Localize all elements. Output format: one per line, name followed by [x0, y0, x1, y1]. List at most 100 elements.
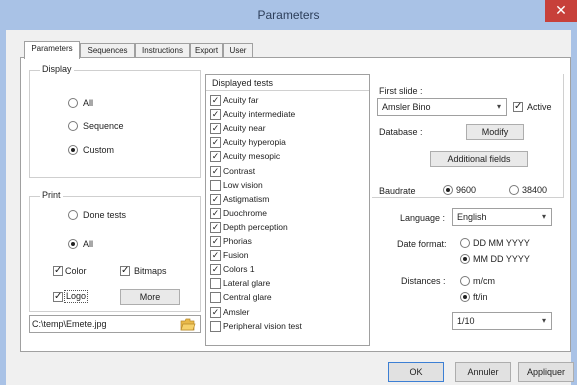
- display-all-radio[interactable]: [68, 98, 78, 108]
- test-item-checkbox[interactable]: [210, 278, 221, 290]
- baudrate-9600-radio[interactable]: [443, 185, 453, 195]
- displayed-tests-header: Displayed tests: [206, 75, 369, 91]
- test-item[interactable]: Central glare: [210, 292, 365, 304]
- check-icon: ✓: [514, 101, 523, 112]
- display-all-label: All: [83, 98, 94, 108]
- language-select[interactable]: English ▾: [452, 208, 552, 226]
- first-slide-label: First slide :: [379, 86, 423, 96]
- check-icon: ✓: [211, 221, 220, 232]
- test-item-checkbox[interactable]: ✓: [210, 250, 221, 262]
- check-icon: ✓: [211, 306, 220, 317]
- modify-button[interactable]: Modify: [466, 124, 524, 140]
- test-item-checkbox[interactable]: ✓: [210, 207, 221, 219]
- color-label: Color: [65, 266, 87, 276]
- test-item[interactable]: ✓ Phorias: [210, 236, 365, 247]
- test-item[interactable]: Peripheral vision test: [210, 320, 365, 332]
- additional-fields-button[interactable]: Additional fields: [430, 151, 528, 167]
- date-mmddyyyy-radio[interactable]: [460, 254, 470, 264]
- test-item[interactable]: ✓ Fusion: [210, 250, 365, 262]
- test-item-label: Low vision: [223, 179, 263, 190]
- test-item-checkbox[interactable]: ✓: [210, 221, 221, 233]
- test-item-checkbox[interactable]: ✓: [210, 95, 221, 106]
- print-done-tests-radio[interactable]: [68, 210, 78, 220]
- bitmaps-checkbox[interactable]: ✓: [120, 266, 130, 276]
- close-button[interactable]: ✕: [545, 0, 577, 22]
- test-item-checkbox[interactable]: ✓: [210, 306, 221, 318]
- test-item-checkbox[interactable]: ✓: [210, 236, 221, 247]
- test-item[interactable]: ✓ Depth perception: [210, 221, 365, 233]
- displayed-tests-list[interactable]: Displayed tests ✓ Acuity far ✓ Acuity inter…: [205, 74, 370, 346]
- logo-checkbox[interactable]: ✓: [53, 292, 63, 302]
- test-item[interactable]: ✓ Duochrome: [210, 207, 365, 219]
- test-item-checkbox[interactable]: [210, 292, 221, 304]
- test-item-label: Acuity near: [223, 123, 266, 134]
- baudrate-38400-radio[interactable]: [509, 185, 519, 195]
- date-mmddyyyy-label: MM DD YYYY: [473, 254, 530, 264]
- active-checkbox[interactable]: ✓: [513, 102, 523, 112]
- active-label: Active: [527, 102, 552, 112]
- distances-mcm-radio[interactable]: [460, 276, 470, 286]
- print-done-tests-label: Done tests: [83, 210, 127, 220]
- folder-icon[interactable]: [180, 318, 196, 331]
- test-item[interactable]: ✓ Colors 1: [210, 264, 365, 276]
- window-title: Parameters: [257, 8, 320, 22]
- test-item[interactable]: ✓ Acuity far: [210, 95, 365, 106]
- display-custom-radio[interactable]: [68, 145, 78, 155]
- test-item-label: Lateral glare: [223, 278, 271, 289]
- test-item-checkbox[interactable]: ✓: [210, 165, 221, 177]
- logo-path-text: C:\temp\Emete.jpg: [32, 319, 107, 329]
- test-item-checkbox[interactable]: [210, 320, 221, 332]
- test-item-label: Phorias: [223, 236, 252, 246]
- test-item-checkbox[interactable]: ✓: [210, 264, 221, 276]
- test-item-checkbox[interactable]: ✓: [210, 151, 221, 163]
- test-item[interactable]: ✓ Amsler: [210, 306, 365, 318]
- test-item[interactable]: ✓ Acuity mesopic: [210, 151, 365, 163]
- distances-label: Distances :: [401, 276, 446, 286]
- check-icon: ✓: [211, 137, 220, 148]
- date-ddmmyyyy-radio[interactable]: [460, 238, 470, 248]
- test-item-label: Fusion: [223, 250, 249, 261]
- color-checkbox[interactable]: ✓: [53, 266, 63, 276]
- chevron-down-icon: ▾: [541, 212, 546, 221]
- baudrate-label: Baudrate: [379, 186, 416, 196]
- cancel-button[interactable]: Annuler: [455, 362, 511, 382]
- logo-path-field[interactable]: C:\temp\Emete.jpg: [29, 315, 201, 333]
- test-item-label: Acuity mesopic: [223, 151, 281, 162]
- test-item-label: Astigmatism: [223, 193, 270, 204]
- test-item-checkbox[interactable]: ✓: [210, 193, 221, 205]
- display-custom-label: Custom: [83, 145, 115, 155]
- apply-button[interactable]: Appliquer: [518, 362, 574, 382]
- distances-mcm-label: m/cm: [473, 276, 495, 286]
- test-item-checkbox[interactable]: [210, 179, 221, 191]
- test-item-label: Depth perception: [223, 221, 288, 232]
- more-button[interactable]: More: [120, 289, 180, 305]
- check-icon: ✓: [211, 250, 220, 261]
- test-item[interactable]: Low vision: [210, 179, 365, 191]
- ok-button[interactable]: OK: [388, 362, 444, 382]
- test-item-checkbox[interactable]: ✓: [210, 123, 221, 135]
- test-item-label: Acuity intermediate: [223, 109, 296, 120]
- database-label: Database :: [379, 127, 423, 137]
- test-item-checkbox[interactable]: ✓: [210, 109, 221, 121]
- print-all-label: All: [83, 239, 94, 249]
- check-icon: ✓: [121, 265, 130, 276]
- print-all-radio[interactable]: [68, 239, 78, 249]
- test-item[interactable]: ✓ Acuity near: [210, 123, 365, 135]
- test-item[interactable]: ✓ Acuity hyperopia: [210, 137, 365, 149]
- first-slide-select[interactable]: Amsler Bino ▾: [377, 98, 507, 116]
- scale-value: 1/10: [457, 316, 475, 326]
- distances-ftin-radio[interactable]: [460, 292, 470, 302]
- test-item[interactable]: Lateral glare: [210, 278, 365, 290]
- logo-label: Logo: [64, 290, 89, 303]
- baudrate-38400-label: 38400: [522, 185, 548, 195]
- test-item[interactable]: ✓ Astigmatism: [210, 193, 365, 205]
- scale-select[interactable]: 1/10 ▾: [452, 312, 552, 330]
- tab-parameters[interactable]: Parameters: [24, 41, 80, 59]
- test-item-label: Amsler: [223, 306, 250, 317]
- test-item[interactable]: ✓ Contrast: [210, 165, 365, 177]
- test-item-checkbox[interactable]: ✓: [210, 137, 221, 149]
- display-sequence-radio[interactable]: [68, 121, 78, 131]
- display-group-label: Display: [40, 64, 74, 74]
- test-item-label: Colors 1: [223, 264, 255, 275]
- test-item[interactable]: ✓ Acuity intermediate: [210, 109, 365, 121]
